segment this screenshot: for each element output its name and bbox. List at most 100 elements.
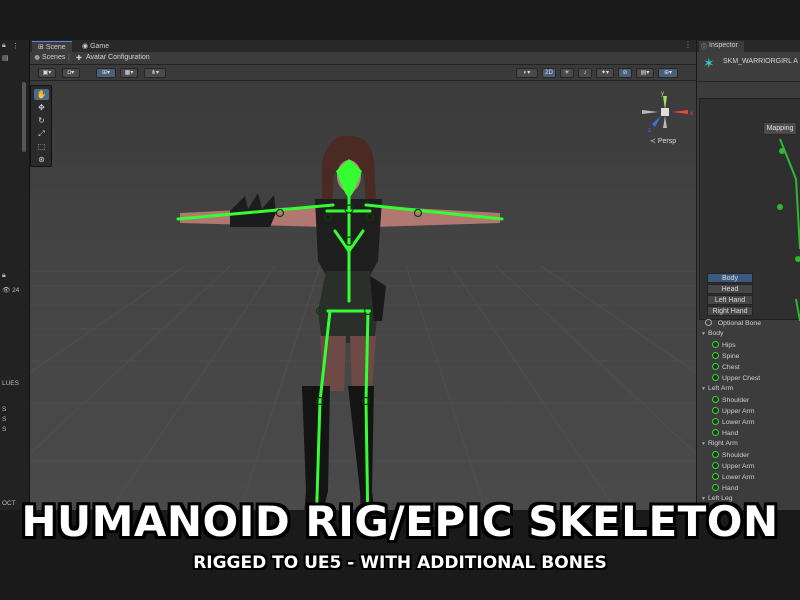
chevron-left-icon: ≺ bbox=[650, 138, 656, 145]
draw-mode-button[interactable]: ▣▾ bbox=[38, 68, 56, 78]
bone-right-shoulder[interactable]: Shoulder bbox=[712, 451, 749, 462]
bone-right-upper-arm[interactable]: Upper Arm bbox=[712, 462, 754, 473]
object-name: SKM_WARRIORGIRL A bbox=[723, 58, 798, 65]
move-tool-icon[interactable]: ✥ bbox=[34, 102, 49, 113]
hidden-objects-toggle[interactable]: ⊘ bbox=[618, 68, 632, 78]
hierarchy-panel: 🔒︎ ⋮ ▤ 🔒︎ 👁 24 LUES S S S OCT bbox=[0, 40, 30, 510]
bone-hips[interactable]: Hips bbox=[712, 341, 736, 352]
truncated-item: LUES bbox=[2, 380, 19, 387]
more-options-icon[interactable]: ⋮ bbox=[12, 42, 19, 52]
view-2d-button[interactable]: 2D bbox=[542, 68, 556, 78]
character-model bbox=[180, 135, 500, 510]
truncated-item: S bbox=[2, 416, 7, 423]
audio-toggle[interactable]: ♪ bbox=[578, 68, 592, 78]
local-global-button[interactable]: ▦▾ bbox=[120, 68, 138, 78]
bone-chest[interactable]: Chest bbox=[712, 363, 740, 374]
lighting-toggle[interactable]: ☀ bbox=[560, 68, 574, 78]
foldout-triangle-icon: ▼ bbox=[701, 386, 706, 392]
hierarchy-scrollbar[interactable] bbox=[22, 82, 26, 152]
breadcrumb-current[interactable]: Avatar Configuration bbox=[86, 54, 150, 61]
optional-bone-legend: Optional Bone bbox=[705, 319, 761, 327]
inspector-tab-bar: ⓘ Inspector bbox=[697, 40, 800, 52]
tab-game[interactable]: ◉ Game bbox=[76, 41, 115, 52]
scene-toolbar: ▣▾ ◘▾ ⊞▾ ▦▾ ⋔▾ ◐▾ 2D ☀ ♪ ✦▾ ⊘ ▤▾ ⊕▾ bbox=[30, 65, 696, 81]
bone-right-lower-arm[interactable]: Lower Arm bbox=[712, 473, 754, 484]
bone-status-icon bbox=[712, 374, 719, 381]
transform-tool-icon[interactable]: ⊛ bbox=[34, 154, 49, 165]
optional-circle-icon bbox=[705, 319, 712, 326]
bone-status-icon bbox=[712, 462, 719, 469]
body-part-body[interactable]: Body bbox=[707, 273, 753, 283]
tool-palette: ✋ ✥ ↻ ⤢ ⬚ ⊛ bbox=[30, 85, 52, 167]
avatar-icon: ✚ bbox=[76, 55, 82, 62]
banner-title: HUMANOID RIG/EPIC SKELETON bbox=[21, 497, 779, 546]
rotate-tool-icon[interactable]: ↻ bbox=[34, 115, 49, 126]
scenes-icon: ☸ bbox=[34, 55, 41, 62]
svg-text:x: x bbox=[690, 111, 693, 117]
pivot-mode-button[interactable]: ⊞▾ bbox=[96, 68, 116, 78]
scene-tab-bar: ⊞ Scene ◉ Game ⋮ bbox=[30, 40, 696, 52]
foldout-triangle-icon: ▼ bbox=[701, 441, 706, 447]
bone-left-hand[interactable]: Hand bbox=[712, 429, 738, 440]
scene-viewport[interactable] bbox=[30, 81, 696, 510]
bone-left-shoulder[interactable]: Shoulder bbox=[712, 396, 749, 407]
gamepad-icon: ◉ bbox=[82, 43, 89, 50]
project-lock-icon[interactable]: 🔒︎ bbox=[2, 272, 6, 282]
body-part-right-hand[interactable]: Right Hand bbox=[707, 306, 753, 316]
breadcrumb: ☸ Scenes | ✚ Avatar Configuration bbox=[30, 52, 696, 65]
top-margin bbox=[0, 0, 800, 40]
breadcrumb-separator: | bbox=[68, 54, 70, 61]
gizmos-button[interactable]: ⊕▾ bbox=[658, 68, 678, 78]
projection-label[interactable]: ≺ Persp bbox=[650, 137, 676, 145]
hand-tool-icon[interactable]: ✋ bbox=[34, 89, 49, 100]
visibility-count: 👁 24 bbox=[2, 287, 20, 294]
layers-icon[interactable]: ▤ bbox=[2, 54, 9, 64]
truncated-item: S bbox=[2, 426, 7, 433]
group-right-arm[interactable]: ▼ Right Arm bbox=[701, 440, 738, 447]
bone-status-icon bbox=[712, 473, 719, 480]
bone-spine[interactable]: Spine bbox=[712, 352, 739, 363]
tab-mapping[interactable]: Mapping bbox=[763, 122, 797, 135]
bone-status-icon bbox=[712, 484, 719, 491]
object-header: ✶ SKM_WARRIORGIRL A bbox=[697, 52, 800, 82]
bone-left-lower-arm[interactable]: Lower Arm bbox=[712, 418, 754, 429]
more-options-icon[interactable]: ⋮ bbox=[684, 40, 692, 49]
tab-scene[interactable]: ⊞ Scene bbox=[32, 41, 72, 52]
effects-button[interactable]: ✦▾ bbox=[596, 68, 614, 78]
bone-status-icon bbox=[712, 352, 719, 359]
shading-mode-button[interactable]: ◐▾ bbox=[516, 68, 538, 78]
scene-panel: ⊞ Scene ◉ Game ⋮ ☸ Scenes | ✚ Avatar Con… bbox=[30, 40, 696, 510]
body-part-head[interactable]: Head bbox=[707, 284, 753, 294]
snap-button[interactable]: ⋔▾ bbox=[144, 68, 166, 78]
grid-icon: ⊞ bbox=[38, 44, 44, 51]
inspector-panel: ⓘ Inspector ✶ SKM_WARRIORGIRL A Body Hea… bbox=[696, 40, 800, 510]
group-body[interactable]: ▼ Body bbox=[701, 330, 723, 337]
svg-text:y: y bbox=[661, 91, 664, 97]
body-part-left-hand[interactable]: Left Hand bbox=[707, 295, 753, 305]
group-left-arm[interactable]: ▼ Left Arm bbox=[701, 385, 733, 392]
banner-subtitle: RIGGED TO UE5 - WITH ADDITIONAL BONES bbox=[193, 553, 607, 573]
bone-upper-chest[interactable]: Upper Chest bbox=[712, 374, 760, 385]
info-icon: ⓘ bbox=[701, 45, 708, 51]
bone-right-hand[interactable]: Hand bbox=[712, 484, 738, 495]
truncated-item: S bbox=[2, 406, 7, 413]
camera-mode-button[interactable]: ◘▾ bbox=[62, 68, 80, 78]
foldout-triangle-icon: ▼ bbox=[701, 331, 706, 337]
bone-status-icon bbox=[712, 341, 719, 348]
rect-tool-icon[interactable]: ⬚ bbox=[34, 141, 49, 152]
scale-tool-icon[interactable]: ⤢ bbox=[34, 128, 49, 139]
avatar-icon: ✶ bbox=[703, 55, 715, 71]
bone-status-icon bbox=[712, 407, 719, 414]
lock-icon[interactable]: 🔒︎ bbox=[2, 42, 6, 52]
tab-inspector[interactable]: ⓘ Inspector bbox=[699, 41, 744, 52]
bone-left-upper-arm[interactable]: Upper Arm bbox=[712, 407, 754, 418]
camera-settings-button[interactable]: ▤▾ bbox=[636, 68, 654, 78]
ground-grid bbox=[30, 135, 696, 510]
breadcrumb-root[interactable]: Scenes bbox=[42, 54, 65, 61]
bone-status-icon bbox=[712, 429, 719, 436]
bone-status-icon bbox=[712, 363, 719, 370]
svg-text:z: z bbox=[648, 128, 651, 134]
bone-status-icon bbox=[712, 418, 719, 425]
bone-status-icon bbox=[712, 396, 719, 403]
bone-status-icon bbox=[712, 451, 719, 458]
